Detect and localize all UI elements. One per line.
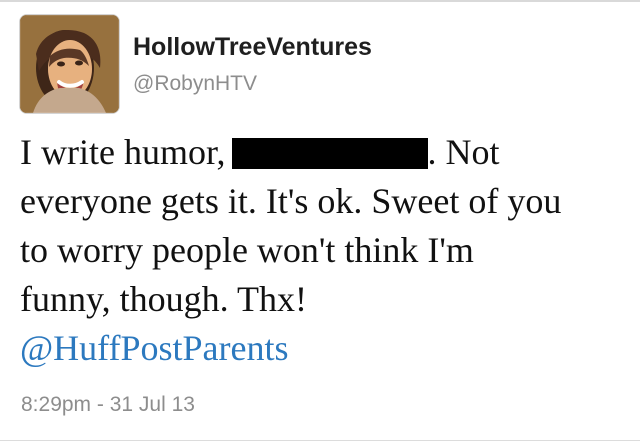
tweet-card: HollowTreeVentures @RobynHTV I write hum…	[0, 0, 640, 447]
user-handle[interactable]: @RobynHTV	[133, 73, 257, 94]
avatar[interactable]	[19, 14, 120, 114]
bottom-divider	[0, 440, 640, 441]
tweet-line-2: everyone gets it. It's ok. Sweet of you	[20, 181, 562, 221]
mention-link[interactable]: @HuffPostParents	[20, 328, 289, 368]
tweet-text-segment: I write humor,	[20, 132, 226, 172]
top-divider	[0, 0, 640, 2]
tweet-body: I write humor, . Not everyone gets it. It…	[20, 128, 618, 373]
avatar-image	[20, 15, 119, 113]
tweet-line-1: I write humor, . Not	[20, 128, 618, 177]
redaction-bar	[231, 138, 428, 169]
tweet-text-segment: . Not	[427, 132, 500, 172]
display-name[interactable]: HollowTreeVentures	[133, 35, 372, 60]
tweet-line-3: to worry people won't think I'm	[20, 230, 474, 270]
tweet-line-5: @HuffPostParents	[20, 324, 618, 373]
tweet-line-4: funny, though. Thx!	[20, 279, 307, 319]
tweet-timestamp[interactable]: 8:29pm - 31 Jul 13	[21, 394, 195, 415]
